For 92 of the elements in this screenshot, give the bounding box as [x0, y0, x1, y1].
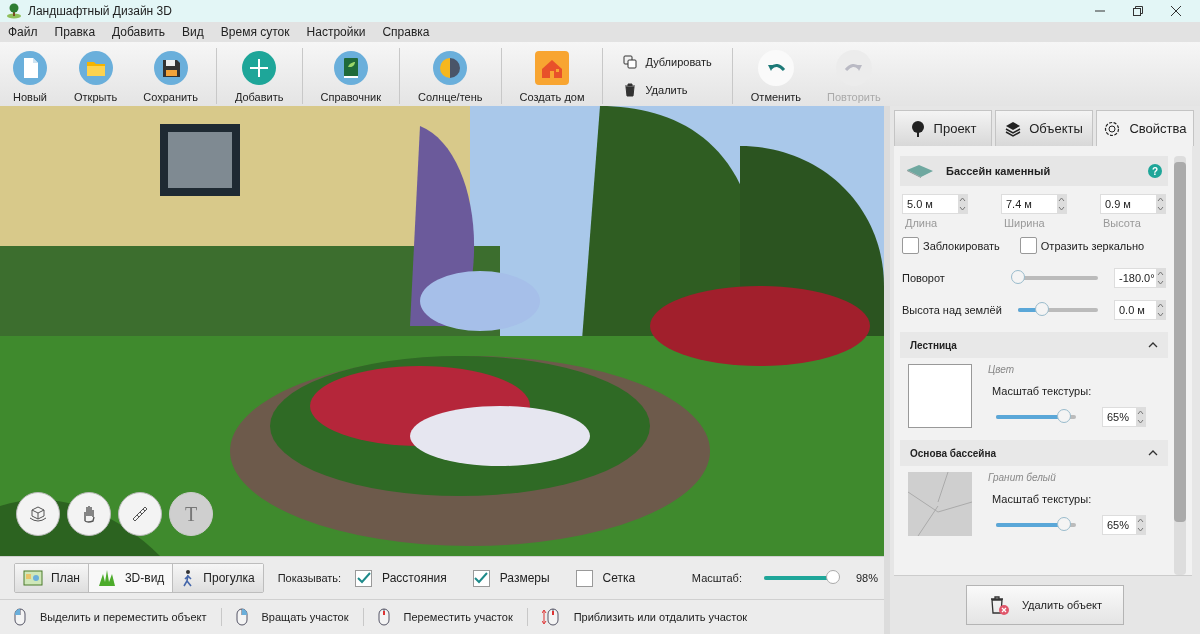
checkmark-icon [474, 572, 489, 584]
spin-arrows-icon[interactable] [1156, 301, 1165, 319]
toolbar-button[interactable]: Новый [6, 46, 54, 106]
checkbox[interactable] [355, 569, 373, 587]
new-file-icon [12, 50, 48, 86]
slider-label: Поворот [902, 272, 946, 284]
rotate-cube-icon [28, 504, 48, 524]
toolbar-button[interactable]: Открыть [68, 46, 124, 106]
redo-icon [843, 63, 864, 73]
scale-reading: 98% [855, 572, 878, 584]
section-header[interactable]: Основа бассейна [900, 440, 1168, 466]
menu-item[interactable]: Правка [54, 25, 96, 39]
toolbar-button[interactable]: Справочник [314, 46, 387, 106]
plus-icon [241, 50, 278, 86]
checkbox-label: Размеры [499, 571, 550, 585]
material-name: Цвет [988, 364, 1016, 375]
material-name: Гранит белый [988, 472, 1057, 483]
mouse-icon [377, 608, 390, 626]
plan-icon [23, 570, 43, 586]
panel-tab[interactable]: Свойства [1096, 110, 1194, 146]
status-hint: Переместить участок [403, 611, 513, 623]
status-hint: Приблизить или отдалить участок [573, 611, 748, 623]
show-label: Показывать: [277, 572, 342, 584]
checkbox[interactable] [1019, 237, 1037, 254]
dimension-label: Длина [904, 217, 939, 229]
toolbar-button[interactable]: Солнце/тень [412, 46, 489, 106]
dimension-label: Ширина [1003, 217, 1046, 229]
spin-arrows-icon[interactable] [958, 195, 967, 213]
delete-object-button[interactable]: Удалить объект [966, 585, 1124, 625]
scale-label: Масштаб: [691, 572, 742, 584]
texture-scale-label: Масштаб текстуры: [991, 385, 1093, 397]
close-icon[interactable] [1170, 5, 1182, 17]
section-header[interactable]: Лестница [900, 332, 1168, 358]
restore-icon[interactable] [1132, 5, 1144, 17]
scrollbar[interactable] [1174, 156, 1186, 575]
view-mode-tab[interactable]: План [15, 564, 89, 592]
trash-icon [623, 83, 638, 97]
texture-scale-label: Масштаб текстуры: [991, 493, 1093, 505]
status-hint: Вращать участок [261, 611, 349, 623]
mouse-icon [235, 608, 248, 626]
slider-label: Высота над землёй [902, 304, 1002, 316]
tree-logo-icon [6, 3, 22, 19]
grass-icon [96, 570, 117, 586]
checkbox-label: Отразить зеркально [1040, 239, 1145, 252]
dimension-label: Высота [1102, 217, 1142, 229]
checkbox-label: Сетка [602, 571, 636, 585]
checkbox-label: Расстояния [382, 571, 447, 585]
window-title: Ландшафтный Дизайн 3D [28, 4, 173, 18]
panel-tab[interactable]: Проект [894, 110, 992, 146]
toolbar-button[interactable]: Добавить [228, 46, 290, 106]
color-swatch[interactable] [908, 364, 972, 428]
checkbox[interactable] [902, 237, 919, 254]
menu-item[interactable]: Добавить [112, 25, 166, 39]
spin-arrows-icon[interactable] [1136, 516, 1145, 534]
floppy-disk-icon [152, 50, 189, 86]
menu-item[interactable]: Вид [182, 25, 204, 39]
spin-arrows-icon[interactable] [1136, 408, 1145, 426]
sun-shade-icon [432, 50, 469, 86]
toolbar-button[interactable]: Сохранить [137, 46, 204, 106]
delete-button[interactable]: Удалить [623, 83, 712, 97]
spin-arrows-icon[interactable] [1156, 195, 1165, 213]
duplicate-button[interactable]: Дублировать [623, 55, 712, 69]
checkbox[interactable] [575, 569, 593, 587]
view-mode-tab[interactable]: Прогулка [173, 564, 263, 592]
object-name: Бассейн каменный [946, 165, 1052, 177]
pool-icon [906, 164, 934, 178]
panel-tab[interactable]: Объекты [995, 110, 1093, 146]
menu-item[interactable]: Настройки [306, 25, 366, 39]
ruler-icon [130, 504, 150, 524]
mouse-scroll-icon [541, 608, 560, 626]
menu-item[interactable]: Справка [382, 25, 430, 39]
tree-icon [909, 119, 926, 138]
folder-icon [77, 50, 114, 86]
toolbar-button[interactable]: Отменить [744, 46, 808, 106]
spin-arrows-icon[interactable] [1156, 269, 1165, 287]
menu-item[interactable]: Файл [8, 25, 38, 39]
checkmark-icon [356, 572, 371, 584]
duplicate-icon [623, 55, 638, 69]
settings-icon [1103, 119, 1122, 138]
toolbar-button[interactable]: Создать дом [513, 46, 591, 106]
checkbox-label: Заблокировать [923, 239, 1000, 252]
mouse-icon [14, 608, 26, 626]
book-icon [332, 50, 369, 86]
house-icon [534, 50, 570, 86]
undo-icon [765, 63, 786, 73]
checkbox[interactable] [472, 569, 490, 587]
view-mode-tab[interactable]: 3D-вид [88, 564, 174, 592]
marble-swatch[interactable] [908, 472, 972, 536]
layers-icon [1005, 120, 1022, 137]
spin-arrows-icon[interactable] [1057, 195, 1066, 213]
menu-item[interactable]: Время суток [220, 25, 290, 39]
status-hint: Выделить и переместить объект [40, 611, 207, 623]
